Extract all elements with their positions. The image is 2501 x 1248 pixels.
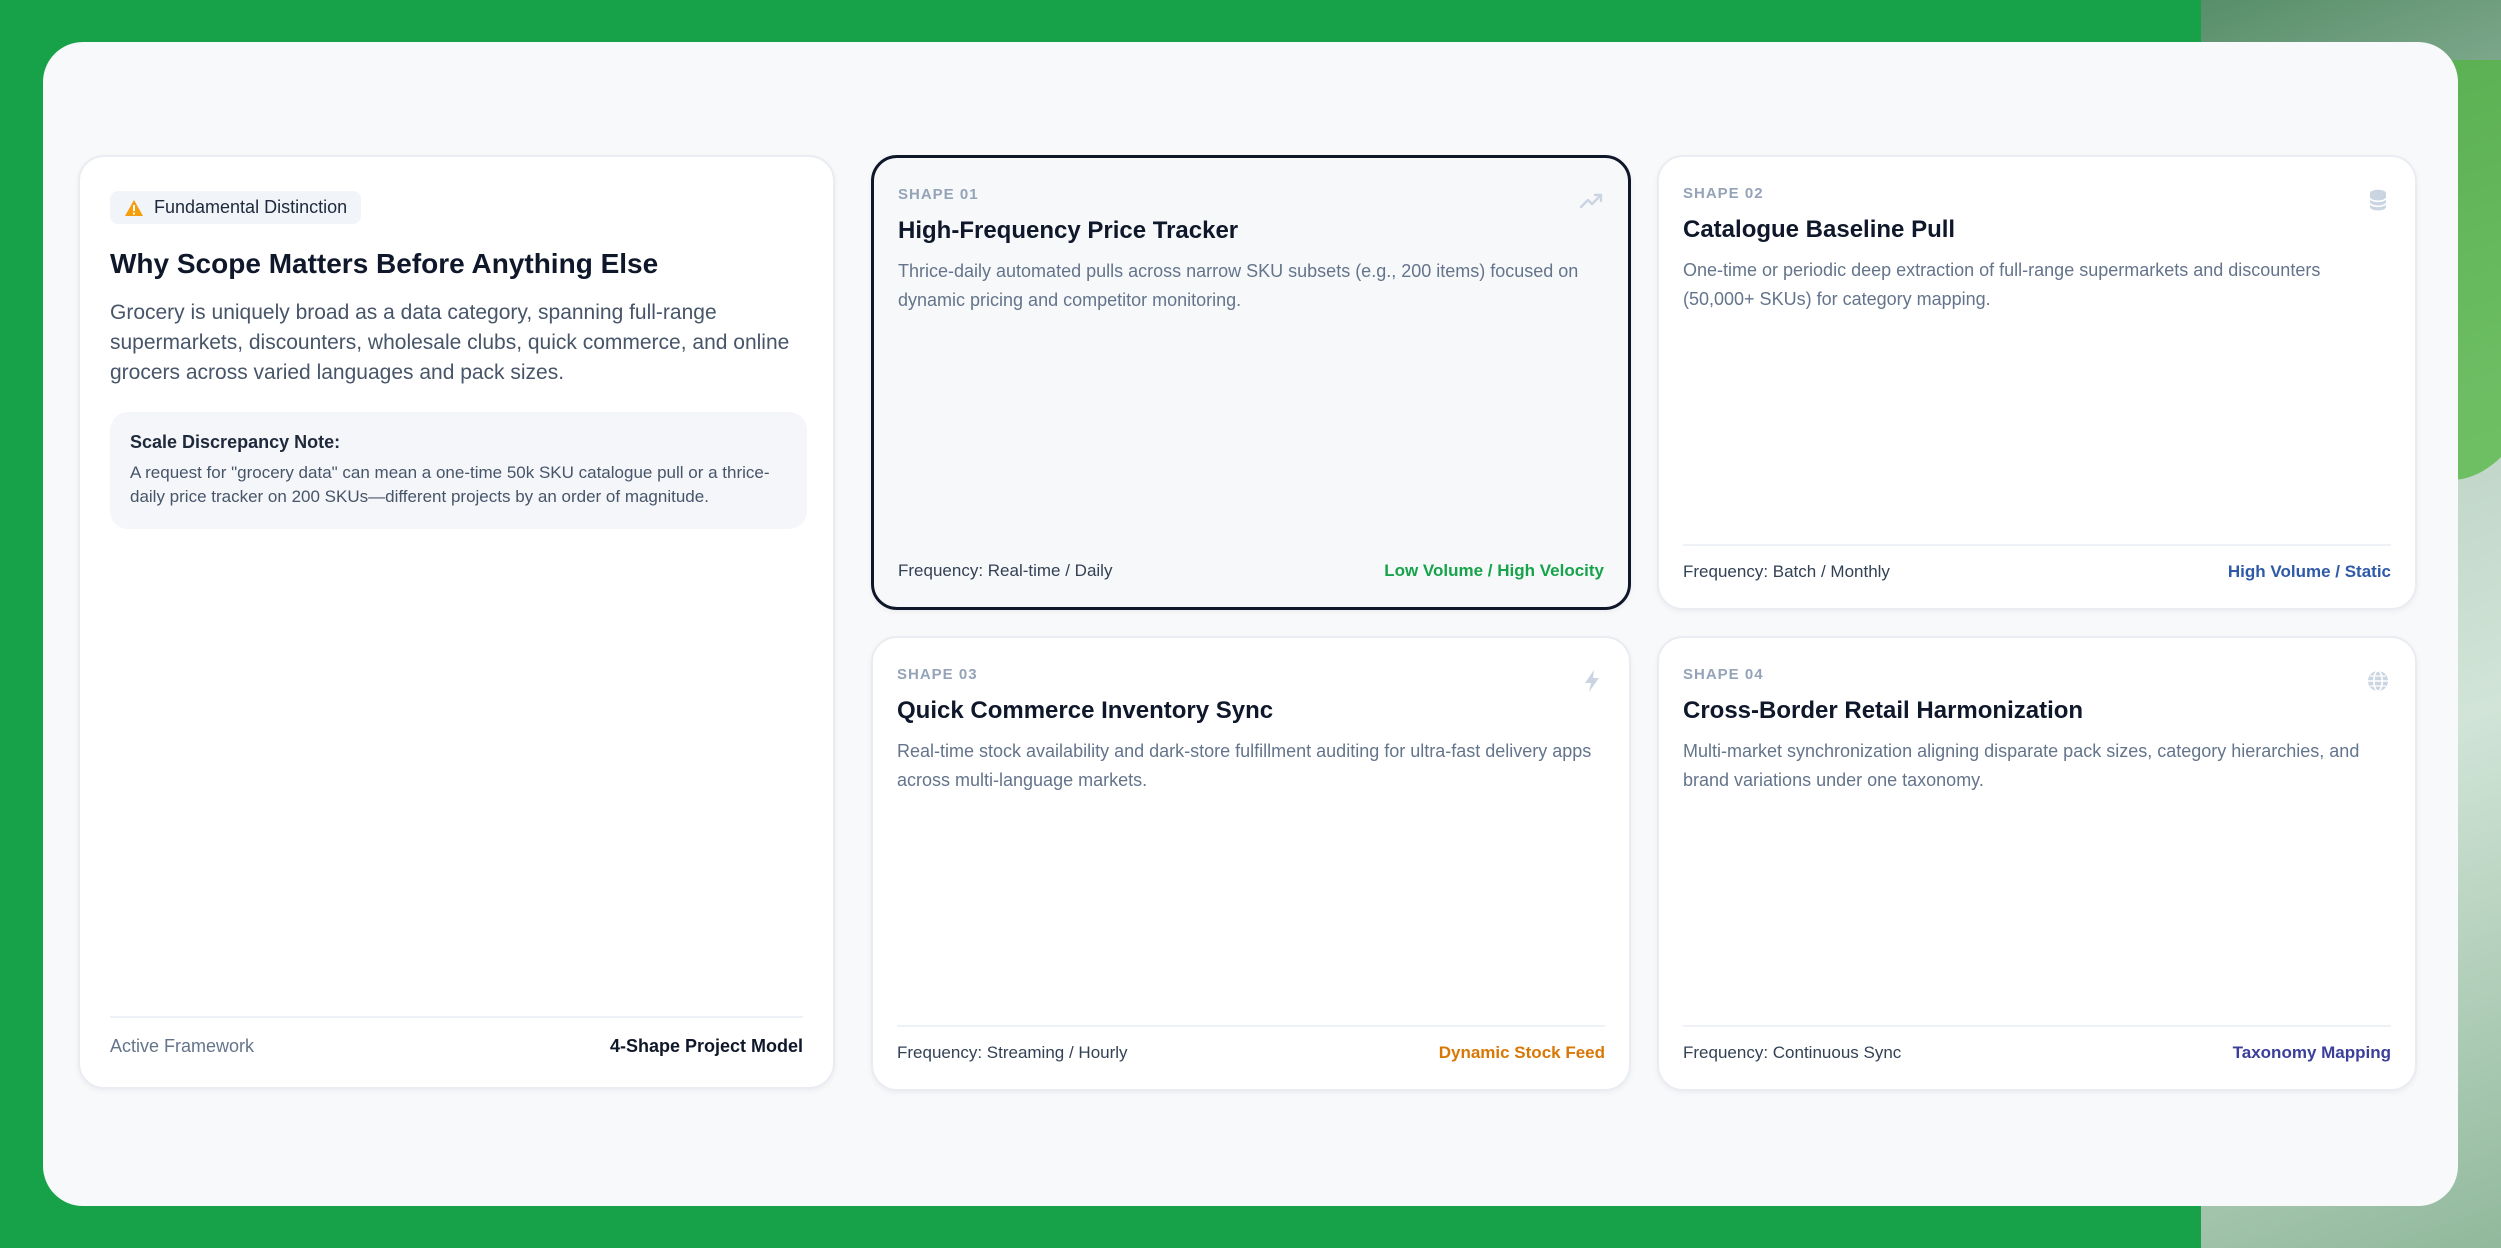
scale-discrepancy-note: Scale Discrepancy Note: A request for "g… [110, 412, 807, 529]
note-title: Scale Discrepancy Note: [130, 432, 341, 452]
shape-title: Quick Commerce Inventory Sync [897, 697, 1274, 724]
trending-up-icon [1579, 193, 1603, 209]
shape-label: SHAPE 03 [897, 666, 978, 683]
shape-description: Thrice-daily automated pulls across narr… [898, 261, 1579, 310]
shape-title: Cross-Border Retail Harmonization [1683, 697, 2084, 724]
shape-card-price-tracker[interactable]: SHAPE 01 High-Frequency Price Tracker Th… [871, 155, 1631, 610]
frequency-label: Frequency: Real-time / Daily [898, 561, 1113, 580]
shape-footer: Frequency: Real-time / Daily Low Volume … [898, 543, 1604, 581]
badge-label: Fundamental Distinction [154, 197, 348, 217]
shape-label: SHAPE 02 [1683, 185, 1764, 202]
shape-card-cross-border[interactable]: SHAPE 04 Cross-Border Retail Harmonizati… [1657, 636, 2417, 1091]
warning-icon [125, 199, 143, 216]
lightning-icon [1585, 670, 1599, 692]
shape-label: SHAPE 01 [898, 186, 979, 203]
intro-body: Grocery is uniquely broad as a data cate… [110, 301, 790, 384]
shape-card-inventory-sync[interactable]: SHAPE 03 Quick Commerce Inventory Sync R… [871, 636, 1631, 1091]
main-panel: Fundamental Distinction Why Scope Matter… [43, 42, 2458, 1206]
shape-description: Multi-market synchronization aligning di… [1683, 741, 2360, 790]
volume-tag: Low Volume / High Velocity [1384, 561, 1604, 580]
note-body: A request for "grocery data" can mean a … [130, 463, 770, 506]
frequency-label: Frequency: Streaming / Hourly [897, 1043, 1128, 1062]
shape-footer: Frequency: Continuous Sync Taxonomy Mapp… [1683, 1025, 2391, 1063]
fundamental-distinction-badge: Fundamental Distinction [110, 191, 362, 224]
globe-icon [2368, 670, 2388, 692]
footer-label: Active Framework [110, 1036, 255, 1056]
shape-label: SHAPE 04 [1683, 666, 1764, 683]
shape-card-catalogue-pull[interactable]: SHAPE 02 Catalogue Baseline Pull One-tim… [1657, 155, 2417, 610]
volume-tag: Dynamic Stock Feed [1438, 1043, 1605, 1062]
frequency-label: Frequency: Continuous Sync [1683, 1043, 1902, 1062]
intro-title: Why Scope Matters Before Anything Else [110, 248, 659, 279]
shape-title: High-Frequency Price Tracker [898, 217, 1239, 244]
shape-description: One-time or periodic deep extraction of … [1683, 260, 2321, 309]
scope-intro-card: Fundamental Distinction Why Scope Matter… [78, 155, 835, 1089]
shape-footer: Frequency: Streaming / Hourly Dynamic St… [897, 1025, 1605, 1063]
shape-description: Real-time stock availability and dark-st… [897, 741, 1592, 790]
footer-value: 4-Shape Project Model [609, 1036, 803, 1056]
shape-footer: Frequency: Batch / Monthly High Volume /… [1683, 544, 2391, 582]
volume-tag: Taxonomy Mapping [2232, 1043, 2391, 1062]
volume-tag: High Volume / Static [2227, 562, 2391, 581]
intro-footer: Active Framework 4-Shape Project Model [110, 1016, 803, 1057]
database-icon [2369, 189, 2387, 211]
frequency-label: Frequency: Batch / Monthly [1683, 562, 1890, 581]
shape-title: Catalogue Baseline Pull [1683, 216, 1956, 243]
